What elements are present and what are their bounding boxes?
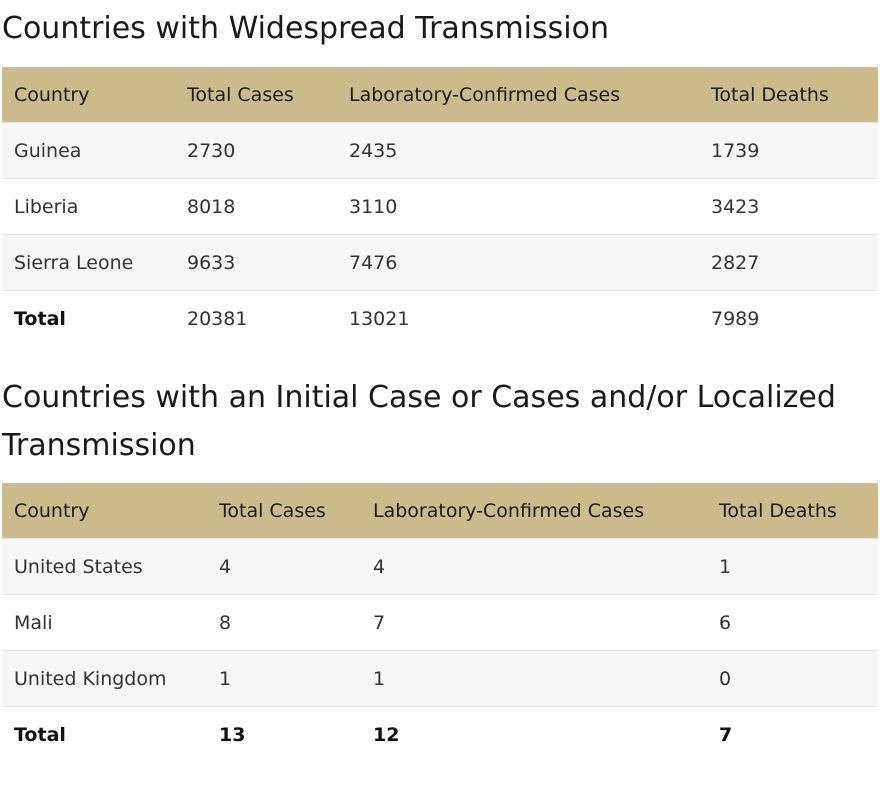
cell-total-deaths: 6 — [707, 594, 878, 651]
cell-total-deaths: 2827 — [699, 234, 878, 291]
table-row: Liberia 8018 3110 3423 — [2, 178, 878, 235]
cell-total-deaths: 7 — [707, 706, 878, 762]
cell-country: Liberia — [2, 178, 175, 235]
cell-total-deaths: 1739 — [699, 122, 878, 179]
total-row: Total 13 12 7 — [2, 706, 878, 762]
localized-table-header: Country Total Cases Laboratory-Confirmed… — [2, 483, 878, 539]
cell-country: Mali — [2, 594, 207, 651]
cell-lab-confirmed: 1 — [361, 650, 707, 707]
cell-lab-confirmed: 7476 — [337, 234, 699, 291]
cell-total-cases: 2730 — [175, 122, 337, 179]
header-row: Country Total Cases Laboratory-Confirmed… — [2, 483, 878, 539]
cell-lab-confirmed: 12 — [361, 706, 707, 762]
column-header-lab-confirmed: Laboratory-Confirmed Cases — [337, 67, 699, 123]
cell-total-label: Total — [2, 290, 175, 346]
column-header-lab-confirmed: Laboratory-Confirmed Cases — [361, 483, 707, 539]
column-header-total-cases: Total Cases — [175, 67, 337, 123]
cell-total-label: Total — [2, 706, 207, 762]
cell-total-deaths: 3423 — [699, 178, 878, 235]
cell-country: United Kingdom — [2, 650, 207, 707]
header-row: Country Total Cases Laboratory-Confirmed… — [2, 67, 878, 123]
cell-total-deaths: 7989 — [699, 290, 878, 346]
total-row: Total 20381 13021 7989 — [2, 290, 878, 346]
column-header-country: Country — [2, 483, 207, 539]
cell-lab-confirmed: 7 — [361, 594, 707, 651]
cell-total-cases: 13 — [207, 706, 361, 762]
table-row: Mali 8 7 6 — [2, 594, 878, 651]
localized-title: Countries with an Initial Case or Cases … — [2, 380, 836, 463]
cell-total-cases: 4 — [207, 538, 361, 595]
table-row: Sierra Leone 9633 7476 2827 — [2, 234, 878, 291]
cell-total-deaths: 0 — [707, 650, 878, 707]
cell-country: Sierra Leone — [2, 234, 175, 291]
cell-total-cases: 8 — [207, 594, 361, 651]
cell-total-cases: 8018 — [175, 178, 337, 235]
column-header-total-deaths: Total Deaths — [707, 483, 878, 539]
cell-total-cases: 1 — [207, 650, 361, 707]
cell-total-deaths: 1 — [707, 538, 878, 595]
table-row: United Kingdom 1 1 0 — [2, 650, 878, 707]
widespread-table: Country Total Cases Laboratory-Confirmed… — [2, 67, 878, 346]
cell-lab-confirmed: 3110 — [337, 178, 699, 235]
column-header-country: Country — [2, 67, 175, 123]
cell-country: United States — [2, 538, 207, 595]
widespread-title: Countries with Widespread Transmission — [2, 11, 609, 46]
column-header-total-deaths: Total Deaths — [699, 67, 878, 123]
widespread-table-header: Country Total Cases Laboratory-Confirmed… — [2, 67, 878, 123]
cell-country: Guinea — [2, 122, 175, 179]
cell-total-cases: 20381 — [175, 290, 337, 346]
cell-lab-confirmed: 4 — [361, 538, 707, 595]
column-header-total-cases: Total Cases — [207, 483, 361, 539]
table-row: Guinea 2730 2435 1739 — [2, 122, 878, 179]
cell-total-cases: 9633 — [175, 234, 337, 291]
cell-lab-confirmed: 13021 — [337, 290, 699, 346]
table-row: United States 4 4 1 — [2, 538, 878, 595]
localized-table: Country Total Cases Laboratory-Confirmed… — [2, 483, 878, 762]
cell-lab-confirmed: 2435 — [337, 122, 699, 179]
